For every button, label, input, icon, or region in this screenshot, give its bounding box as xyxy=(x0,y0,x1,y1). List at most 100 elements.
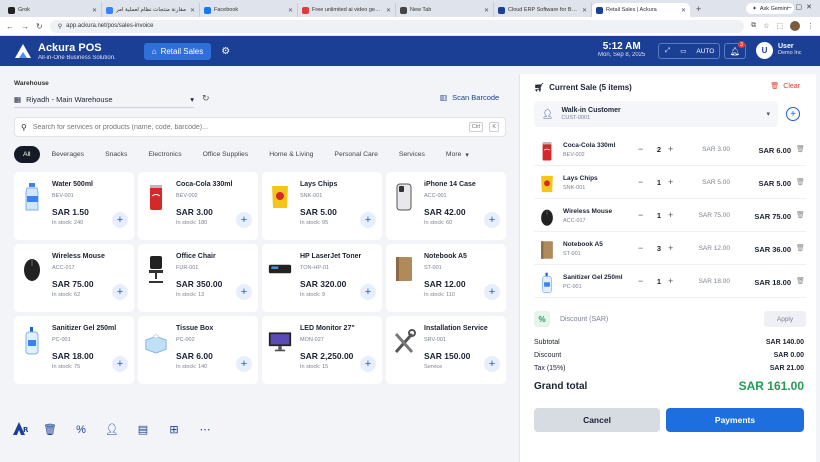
increase-qty-button[interactable]: + xyxy=(668,276,673,286)
browser-menu-icon[interactable]: ⋮ xyxy=(807,22,814,30)
clear-cart-button[interactable]: 🗑︎ Clear xyxy=(770,82,800,91)
add-to-cart-button[interactable]: + xyxy=(112,212,128,228)
add-to-cart-button[interactable]: + xyxy=(112,356,128,372)
browser-tab[interactable]: Facebook ✕ xyxy=(200,3,298,17)
user-info[interactable]: User Demo Inc xyxy=(778,43,802,56)
product-card[interactable]: Notebook A5 ST-001 SAR 12.00 In stock: 110 + xyxy=(386,244,506,312)
product-card[interactable]: Office Chair FUR-001 SAR 350.00 In stock: 1… xyxy=(138,244,258,312)
increase-qty-button[interactable]: + xyxy=(668,177,673,187)
tab-close-icon[interactable]: ✕ xyxy=(582,7,587,14)
trash-icon[interactable]: 🗑︎ xyxy=(43,423,57,436)
extensions-icon[interactable]: ⬚ xyxy=(776,22,783,30)
url-field[interactable]: ⚲ app.ackura.net/pos/sales-invoice xyxy=(49,19,745,33)
retail-sales-button[interactable]: ⌂ Retail Sales xyxy=(143,42,212,60)
decrease-qty-button[interactable]: − xyxy=(638,144,643,154)
payments-button[interactable]: Payments xyxy=(666,408,804,432)
add-to-cart-button[interactable]: + xyxy=(112,284,128,300)
increase-qty-button[interactable]: + xyxy=(668,210,673,220)
decrease-qty-button[interactable]: − xyxy=(638,210,643,220)
add-to-cart-button[interactable]: + xyxy=(484,356,500,372)
new-tab-icon[interactable]: + xyxy=(696,4,701,14)
category-tab[interactable]: Electronics xyxy=(139,146,190,163)
product-card[interactable]: Water 500ml BEV-001 SAR 1.50 In stock: 240 + xyxy=(14,172,134,240)
increase-qty-button[interactable]: + xyxy=(668,243,673,253)
category-tab[interactable]: Beverages xyxy=(43,146,94,163)
warehouse-select[interactable]: ▦ Riyadh - Main Warehouse ▾ xyxy=(14,91,194,108)
browser-tab[interactable]: Retail Sales | Ackura ✕ xyxy=(592,3,690,17)
profile-avatar[interactable] xyxy=(790,21,800,31)
category-tab[interactable]: All xyxy=(14,146,40,163)
product-card[interactable]: Lays Chips SNK-001 SAR 5.00 In stock: 95 + xyxy=(262,172,382,240)
tab-close-icon[interactable]: ✕ xyxy=(288,7,293,14)
add-to-cart-button[interactable]: + xyxy=(360,284,376,300)
product-card[interactable]: iPhone 14 Case ACC-001 SAR 42.00 In stock: … xyxy=(386,172,506,240)
customer-select[interactable]: 👤︎ Walk-in Customer CUST-0001 ▾ xyxy=(534,101,778,127)
category-tab[interactable]: Services xyxy=(390,146,434,163)
scan-barcode-button[interactable]: ▥ Scan Barcode xyxy=(440,93,499,102)
category-tab[interactable]: More ▾ xyxy=(437,146,478,163)
bookmark-star-icon[interactable]: ☆ xyxy=(763,22,769,30)
product-card[interactable]: Wireless Mouse ACC-017 SAR 75.00 In stock: … xyxy=(14,244,134,312)
tab-close-icon[interactable]: ✕ xyxy=(190,7,195,14)
add-to-cart-button[interactable]: + xyxy=(360,356,376,372)
line-qty[interactable]: 3 xyxy=(654,244,664,253)
browser-tab[interactable]: New Tab ✕ xyxy=(396,3,494,17)
receipt-icon[interactable]: ▤ xyxy=(136,423,150,436)
more-icon[interactable]: ⋯ xyxy=(198,423,212,436)
refresh-icon[interactable]: ↻ xyxy=(202,93,210,104)
line-qty[interactable]: 1 xyxy=(654,211,664,220)
line-qty[interactable]: 1 xyxy=(654,178,664,187)
product-card[interactable]: HP LaserJet Toner TON-HP-01 SAR 320.00 In s… xyxy=(262,244,382,312)
category-tab[interactable]: Office Supplies xyxy=(194,146,258,163)
tab-close-icon[interactable]: ✕ xyxy=(484,7,489,14)
percent-icon[interactable]: % xyxy=(74,424,88,436)
browser-tab[interactable]: مقارنة منتجات نظام لعملية أمر ✕ xyxy=(102,3,200,17)
trash-icon[interactable]: 🗑︎ xyxy=(796,277,805,285)
gift-icon[interactable]: ⊞ xyxy=(167,423,181,436)
add-to-cart-button[interactable]: + xyxy=(236,212,252,228)
category-tab[interactable]: Home & Living xyxy=(260,146,322,163)
line-qty[interactable]: 1 xyxy=(654,277,664,286)
cancel-button[interactable]: Cancel xyxy=(534,408,660,432)
reload-icon[interactable]: ↻ xyxy=(36,22,43,31)
tab-close-icon[interactable]: ✕ xyxy=(386,7,391,14)
add-to-cart-button[interactable]: + xyxy=(484,212,500,228)
notifications-button[interactable]: 🔔︎ 3 xyxy=(724,41,746,59)
product-card[interactable]: Coca-Cola 330ml BEV-002 SAR 3.00 In stock: … xyxy=(138,172,258,240)
increase-qty-button[interactable]: + xyxy=(668,144,673,154)
user-icon[interactable]: 👤︎ xyxy=(105,423,119,436)
forward-icon[interactable]: → xyxy=(21,22,29,31)
search-input[interactable] xyxy=(32,123,463,131)
trash-icon[interactable]: 🗑︎ xyxy=(796,244,805,252)
browser-tab[interactable]: Free unlimited ai video generator✕ xyxy=(298,3,396,17)
back-icon[interactable]: ← xyxy=(6,22,14,31)
user-avatar[interactable]: U xyxy=(756,42,773,59)
product-card[interactable]: Sanitizer Gel 250ml PC-001 SAR 18.00 In sto… xyxy=(14,316,134,384)
decrease-qty-button[interactable]: − xyxy=(638,276,643,286)
apply-discount-button[interactable]: Apply xyxy=(764,311,806,327)
line-qty[interactable]: 2 xyxy=(654,145,664,154)
category-tab[interactable]: Personal Care xyxy=(325,146,386,163)
browser-tab[interactable]: Grok ✕ xyxy=(4,3,102,17)
trash-icon[interactable]: 🗑︎ xyxy=(796,178,805,186)
category-tab[interactable]: Snacks xyxy=(96,146,136,163)
add-customer-button[interactable]: + xyxy=(786,107,800,121)
trash-icon[interactable]: 🗑︎ xyxy=(796,211,805,219)
product-card[interactable]: Tissue Box PC-002 SAR 6.00 In stock: 140 + xyxy=(138,316,258,384)
decrease-qty-button[interactable]: − xyxy=(638,243,643,253)
discount-input[interactable]: Discount (SAR) xyxy=(560,316,754,323)
add-to-cart-button[interactable]: + xyxy=(236,284,252,300)
add-to-cart-button[interactable]: + xyxy=(360,212,376,228)
gear-icon[interactable]: ⚙ xyxy=(221,46,230,57)
tab-close-icon[interactable]: ✕ xyxy=(681,7,686,14)
window-controls[interactable]: –▢✕ xyxy=(788,3,816,11)
browser-tab[interactable]: Cloud ERP Software for Business✕ xyxy=(494,3,592,17)
product-card[interactable]: Installation Service SRV-001 SAR 150.00 Ser… xyxy=(386,316,506,384)
tab-close-icon[interactable]: ✕ xyxy=(92,7,97,14)
trash-icon[interactable]: 🗑︎ xyxy=(796,145,805,153)
decrease-qty-button[interactable]: − xyxy=(638,177,643,187)
add-to-cart-button[interactable]: + xyxy=(236,356,252,372)
product-card[interactable]: LED Monitor 27" MON-027 SAR 2,250.00 In sto… xyxy=(262,316,382,384)
fullscreen-auto-toggle[interactable]: ⤢ ▭ AUTO xyxy=(658,43,720,59)
cast-icon[interactable]: ⧉ xyxy=(751,22,756,30)
